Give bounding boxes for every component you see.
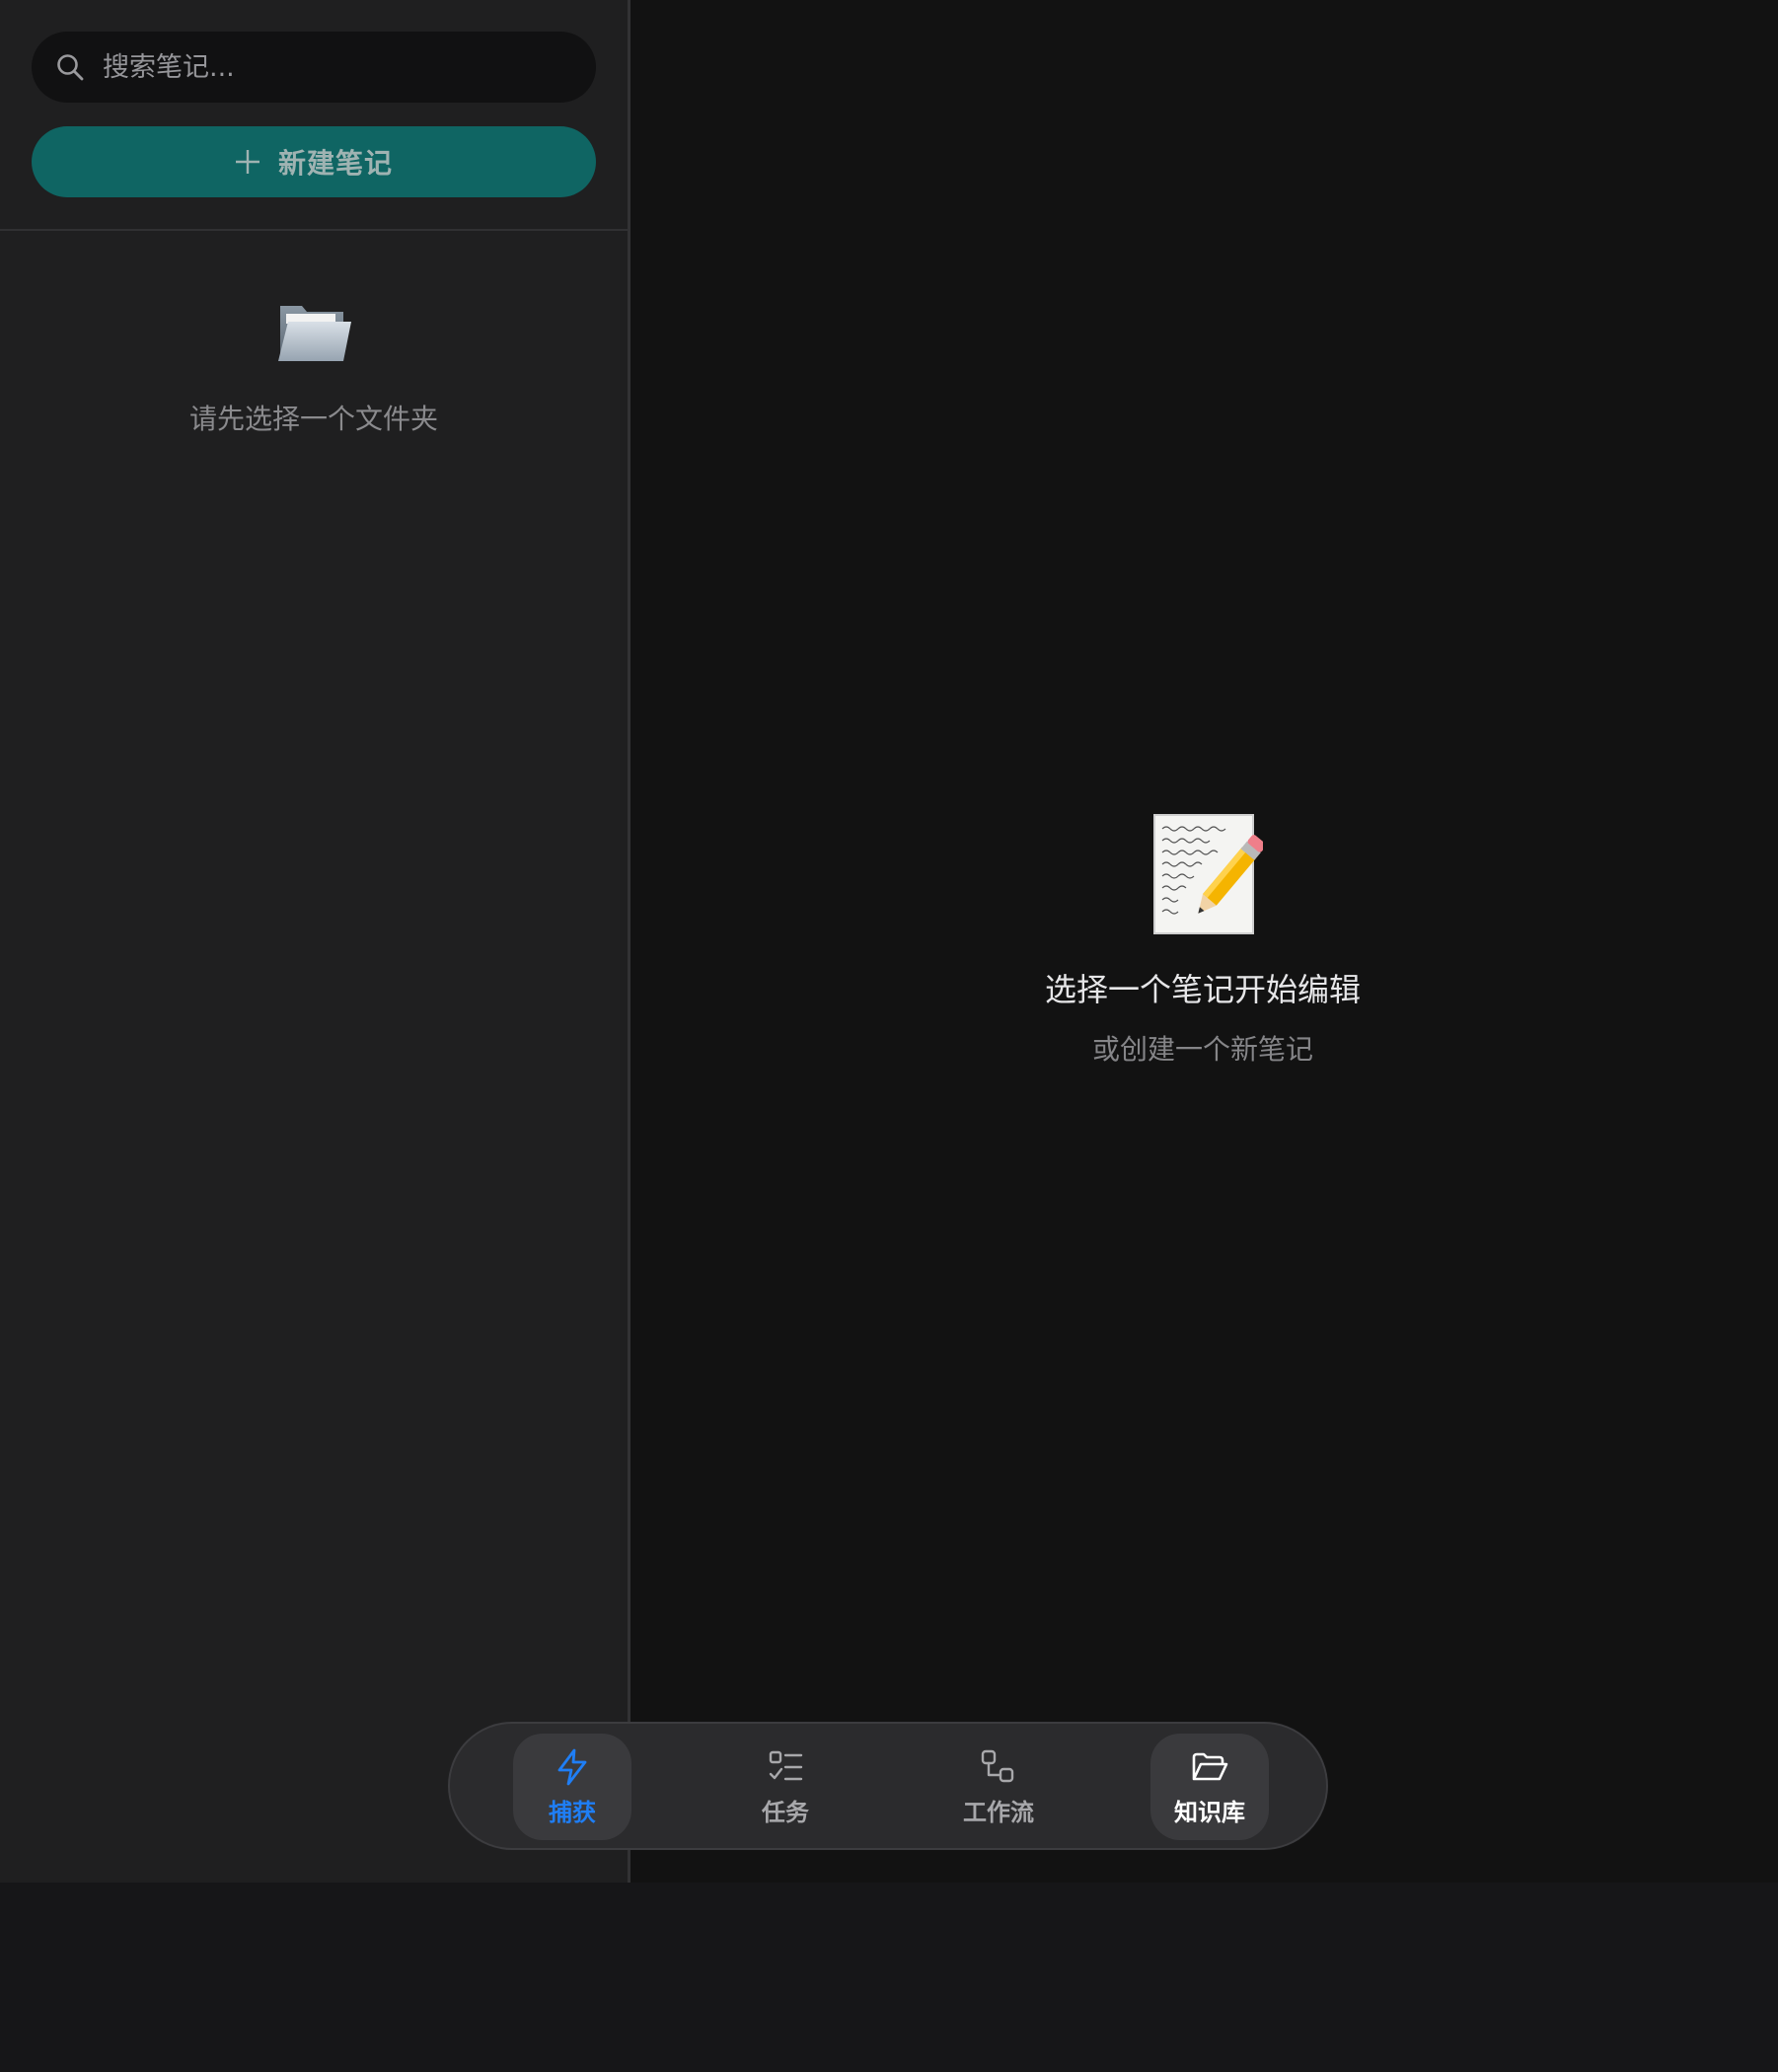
sidebar-divider xyxy=(0,229,628,231)
tab-tasks-label: 任务 xyxy=(762,1798,809,1826)
open-folder-icon xyxy=(278,306,351,361)
tab-knowledge-base[interactable]: 知识库 xyxy=(1150,1734,1269,1840)
lightning-icon xyxy=(557,1748,587,1785)
search-box[interactable] xyxy=(32,32,596,103)
tab-knowledge-base-label: 知识库 xyxy=(1174,1798,1245,1826)
folder-icon xyxy=(1192,1752,1228,1780)
search-input[interactable] xyxy=(101,37,596,98)
sidebar: 新建笔记 请先选择一个文件夹 xyxy=(0,0,628,1883)
plus-icon xyxy=(235,150,259,174)
folder-empty-text: 请先选择一个文件夹 xyxy=(188,403,438,435)
sidebar-border xyxy=(628,0,630,1883)
tab-workflow[interactable]: 工作流 xyxy=(939,1734,1058,1840)
tab-capture[interactable]: 捕获 xyxy=(513,1734,631,1840)
new-note-button[interactable]: 新建笔记 xyxy=(32,126,596,197)
tab-workflow-label: 工作流 xyxy=(963,1798,1034,1826)
search-icon xyxy=(57,54,84,81)
background-strip xyxy=(0,1883,1778,2072)
checklist-icon xyxy=(769,1750,803,1780)
app-window: 新建笔记 请先选择一个文件夹 xyxy=(0,0,1778,1883)
empty-editor-title: 选择一个笔记开始编辑 xyxy=(1044,971,1361,1008)
tab-capture-label: 捕获 xyxy=(549,1798,596,1826)
memo-pencil-icon xyxy=(1153,814,1263,934)
tab-tasks[interactable]: 任务 xyxy=(726,1734,845,1840)
new-note-label: 新建笔记 xyxy=(277,147,393,180)
empty-editor-subtitle: 或创建一个新笔记 xyxy=(1091,1033,1313,1066)
bottom-tab-bar: 捕获 任务 工作流 知识库 xyxy=(448,1722,1328,1850)
workflow-icon xyxy=(981,1749,1014,1782)
